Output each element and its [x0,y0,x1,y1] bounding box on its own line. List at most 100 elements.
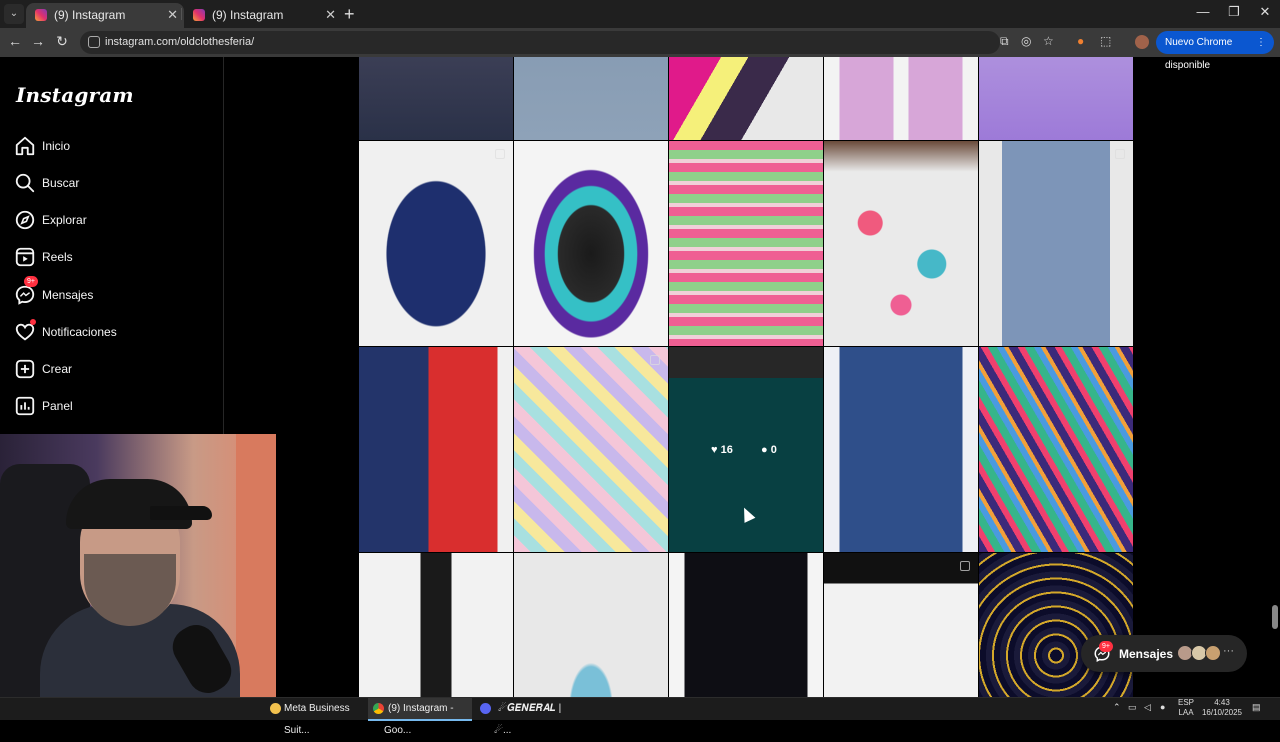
post-thumbnail[interactable] [359,57,513,140]
language-bottom: LAA [1178,708,1194,717]
reels-icon [15,247,35,267]
eye-off-icon[interactable]: ◎ [1021,34,1031,48]
post-thumbnail[interactable] [824,553,978,697]
post-thumbnail[interactable] [514,553,668,697]
instagram-favicon-icon [35,9,47,21]
sidebar-item-explorar[interactable]: Explorar [14,206,210,236]
language-top: ESP [1177,698,1194,707]
post-thumbnail[interactable] [359,141,513,346]
messages-floating-button[interactable]: 9+ Mensajes ··· [1081,635,1247,672]
clock-date: 16/10/2025 [1201,708,1243,717]
post-thumbnail[interactable] [979,347,1133,552]
instagram-logo[interactable]: Instagram [16,83,134,107]
sidebar-item-mensajes[interactable]: 9+ Mensajes [14,276,210,311]
post-thumbnail[interactable] [824,141,978,346]
browser-toolbar: ← → ↻ instagram.com/oldclothesferia/ ⧉ ◎… [0,28,1280,71]
install-app-icon[interactable]: ⧉ [1000,34,1009,49]
sidebar-item-label: Inicio [42,139,71,153]
post-thumbnail[interactable] [824,347,978,552]
post-thumbnail[interactable] [824,57,978,140]
sidebar-item-crear[interactable]: Crear [14,355,210,385]
chrome-icon [373,703,384,714]
chevron-up-icon[interactable]: ⌃ [1113,702,1121,713]
notification-center-icon[interactable]: ▤ [1252,702,1261,713]
webcam-cap-visor [150,506,212,520]
minimize-icon[interactable]: — [1188,4,1218,19]
likes-value: 16 [720,444,733,456]
taskbar-item-discord[interactable]: ☄𝑮𝑬𝑵𝑬𝑹𝑨𝑳 | ☄... [478,698,578,736]
extension-icon[interactable]: ● [1077,34,1084,48]
post-thumbnail[interactable] [514,347,668,552]
meta-app-icon [270,703,281,714]
restore-icon[interactable]: ❐ [1219,4,1249,20]
tab-search-button[interactable]: ⌄ [4,4,24,24]
language-indicator[interactable]: ESP LAA [1176,698,1196,718]
network-icon[interactable]: ▭ [1128,702,1137,713]
post-thumbnail[interactable] [979,553,1133,697]
post-thumbnail[interactable] [359,347,513,552]
close-icon[interactable]: ✕ [325,3,336,27]
back-arrow-icon[interactable]: ← [6,33,24,49]
extensions-puzzle-icon[interactable]: ⬚ [1100,34,1111,48]
sidebar-item-buscar[interactable]: Buscar [14,169,210,199]
comment-bubble-icon: ● [761,444,768,456]
sidebar-item-notificaciones[interactable]: Notificaciones [14,318,210,348]
heart-filled-icon: ♥ [711,444,718,456]
chart-icon [15,396,35,416]
post-thumbnail[interactable] [979,57,1133,140]
sidebar-item-inicio[interactable]: Inicio [14,132,210,162]
compass-icon [15,210,35,230]
tab-title: (9) Instagram [212,8,284,22]
messenger-icon [15,285,35,305]
bookmark-star-icon[interactable]: ☆ [1043,34,1054,48]
profile-avatar[interactable] [1135,35,1149,49]
messages-badge: 9+ [24,276,38,287]
sidebar-item-panel[interactable]: Panel [14,392,210,422]
browser-tab-2[interactable]: (9) Instagram ✕ [184,3,342,28]
speaker-icon[interactable]: ◁ [1144,702,1151,713]
tab-separator [181,8,182,20]
notification-dot [30,319,36,325]
post-thumbnail[interactable] [514,57,668,140]
post-thumbnail[interactable] [669,553,823,697]
search-icon [15,173,35,193]
page-scrollbar[interactable] [1270,57,1280,697]
update-chrome-button[interactable]: Nuevo Chrome disponible ⋮ [1156,31,1274,71]
post-thumbnail[interactable] [359,553,513,697]
instagram-favicon-icon [193,9,205,21]
forward-arrow-icon[interactable]: → [29,33,47,49]
reload-icon[interactable]: ↻ [53,33,71,50]
post-thumbnail[interactable] [514,141,668,346]
profile-posts-grid: ♥ 16 ● 0 [359,57,1134,697]
taskbar-item-meta[interactable]: Meta Business Suit... [268,698,360,736]
messages-label: Mensajes [1119,647,1174,661]
windows-taskbar: Meta Business Suit... (9) Instagram - Go… [0,697,1280,736]
clock[interactable]: 4:43 16/10/2025 [1200,698,1244,718]
sidebar-item-reels[interactable]: Reels [14,243,210,273]
address-bar[interactable]: instagram.com/oldclothesferia/ [80,31,1000,54]
microphone-icon[interactable]: ● [1160,702,1165,712]
sidebar-item-label: Buscar [42,176,80,190]
sidebar-item-label: Crear [42,362,73,376]
sidebar-item-label: Panel [42,399,73,413]
close-icon[interactable]: ✕ [167,3,178,27]
likes-count: ♥ 16 [711,444,733,456]
comments-count: ● 0 [761,444,777,456]
taskbar-item-chrome[interactable]: (9) Instagram - Goo... [368,698,472,736]
discord-icon [480,703,491,714]
new-tab-button[interactable]: + [344,3,355,25]
home-icon [15,136,35,156]
carousel-icon [495,149,505,159]
post-thumbnail[interactable] [669,141,823,346]
sidebar-item-label: Notificaciones [42,325,117,339]
post-thumbnail[interactable] [669,57,823,140]
site-info-icon[interactable] [88,36,100,48]
scrollbar-thumb[interactable] [1272,605,1278,629]
url-text: instagram.com/oldclothesferia/ [105,36,255,48]
kebab-menu-icon[interactable]: ⋮ [1256,31,1266,54]
sidebar-item-label: Explorar [42,213,87,227]
browser-tab-1[interactable]: (9) Instagram ✕ [26,3,184,28]
sidebar-item-label: Reels [42,250,73,264]
close-window-icon[interactable]: ✕ [1250,4,1280,20]
post-thumbnail[interactable] [979,141,1133,346]
